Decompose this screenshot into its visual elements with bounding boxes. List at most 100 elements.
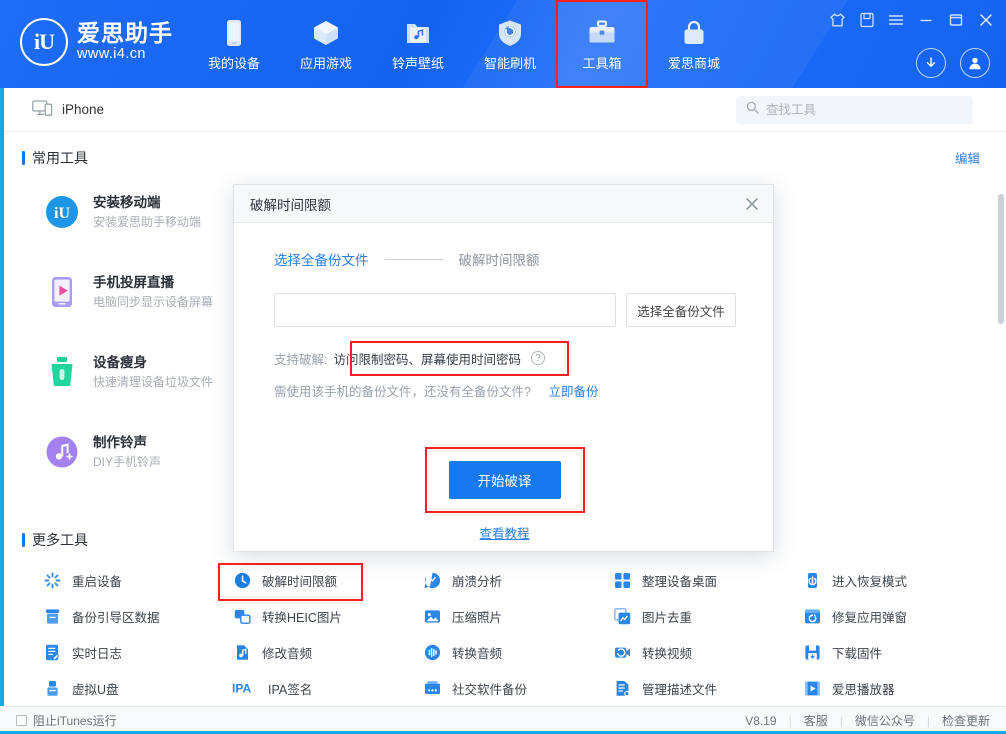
- tool-label: 修复应用弹窗: [832, 607, 907, 626]
- tool-item-convert-heic[interactable]: 转换HEIC图片: [214, 598, 404, 634]
- tool-label: 实时日志: [72, 643, 122, 662]
- tool-label: 转换HEIC图片: [262, 607, 342, 626]
- log-icon: [42, 644, 62, 661]
- maximize-icon[interactable]: [948, 12, 964, 28]
- menu-icon[interactable]: [888, 12, 904, 28]
- choose-backup-button[interactable]: 选择全备份文件: [626, 293, 736, 327]
- tool-item-backup-boot-data[interactable]: 备份引导区数据: [24, 598, 214, 634]
- tool-item-organize-desktop[interactable]: 整理设备桌面: [594, 562, 784, 598]
- tool-item-crash-analysis[interactable]: 崩溃分析: [404, 562, 594, 598]
- featured-desc: DIY手机铃声: [93, 454, 161, 471]
- featured-card[interactable]: 设备瘦身 快速清理设备垃圾文件: [24, 338, 264, 406]
- block-itunes-toggle[interactable]: 阻止iTunes运行: [16, 712, 117, 729]
- nav-item-ringtones-wallpapers[interactable]: 铃声壁纸: [372, 0, 464, 88]
- profile-doc-icon: [612, 680, 632, 697]
- firmware-icon: [802, 644, 822, 661]
- tool-item-fix-app-popup[interactable]: 修复应用弹窗: [784, 598, 974, 634]
- scrollbar-thumb[interactable]: [998, 194, 1004, 324]
- save-icon[interactable]: [860, 12, 874, 28]
- crack-time-limit-dialog: 破解时间限额 选择全备份文件 破解时间限额 选择全备份文件 支持破解: 访问限制…: [233, 184, 774, 552]
- nav-item-apps-games[interactable]: 应用游戏: [280, 0, 372, 88]
- user-icon[interactable]: [960, 48, 990, 78]
- search-tools-box[interactable]: [736, 96, 973, 124]
- question-icon[interactable]: ?: [531, 351, 545, 365]
- tool-item-realtime-log[interactable]: 实时日志: [24, 634, 214, 670]
- checkbox-icon[interactable]: [16, 715, 27, 726]
- step-next: 破解时间限额: [459, 249, 540, 269]
- fix-popup-icon: [802, 608, 822, 625]
- tool-item-dedupe-photos[interactable]: 图片去重: [594, 598, 784, 634]
- divider: |: [789, 714, 792, 728]
- featured-desc: 快速清理设备垃圾文件: [93, 374, 213, 391]
- tool-label: 管理描述文件: [642, 679, 717, 698]
- usb-icon: [42, 680, 62, 697]
- tool-item-restart[interactable]: 重启设备: [24, 562, 214, 598]
- dialog-title: 破解时间限额: [250, 194, 331, 214]
- shirt-icon[interactable]: [829, 12, 846, 28]
- featured-card[interactable]: iU 安装移动端 安装爱思助手移动端: [24, 178, 264, 246]
- version-label: V8.19: [745, 714, 776, 728]
- block-itunes-label: 阻止iTunes运行: [33, 712, 117, 729]
- ringtone-icon: [44, 434, 80, 470]
- download-icon[interactable]: [916, 48, 946, 78]
- featured-card[interactable]: 制作铃声 DIY手机铃声: [24, 418, 264, 486]
- close-icon[interactable]: [978, 12, 994, 28]
- nav-label: 工具箱: [582, 53, 621, 72]
- nav-label: 应用游戏: [300, 53, 352, 72]
- tool-item-convert-audio[interactable]: 转换音频: [404, 634, 594, 670]
- logo-text: 爱思助手 www.i4.cn: [77, 21, 173, 62]
- tool-item-convert-video[interactable]: 转换视频: [594, 634, 784, 670]
- backup-file-input[interactable]: [274, 293, 616, 327]
- featured-card[interactable]: 手机投屏直播 电脑同步显示设备屏幕: [24, 258, 264, 326]
- convert-image-icon: [232, 608, 252, 625]
- nav-item-my-device[interactable]: 我的设备: [188, 0, 280, 88]
- featured-desc: 电脑同步显示设备屏幕: [93, 294, 213, 311]
- nav-item-smart-flash[interactable]: 智能刷机: [464, 0, 556, 88]
- nav-item-toolbox[interactable]: 工具箱: [556, 0, 648, 88]
- search-icon: [746, 101, 759, 119]
- backup-box-icon: [42, 608, 62, 625]
- nav-label: 我的设备: [208, 53, 260, 72]
- check-update-link[interactable]: 检查更新: [942, 712, 990, 729]
- start-crack-button[interactable]: 开始破译: [449, 461, 561, 499]
- section-more-tools: 更多工具: [22, 530, 88, 550]
- featured-spacer: [744, 178, 984, 246]
- tool-label: 修改音频: [262, 643, 312, 662]
- view-tutorial-link[interactable]: 查看教程: [479, 523, 529, 542]
- ipa-icon: IPA: [232, 681, 258, 695]
- edit-button[interactable]: 编辑: [955, 148, 980, 167]
- tool-item-compress-photo[interactable]: 压缩照片: [404, 598, 594, 634]
- tool-item-ipa-sign[interactable]: IPA IPA签名: [214, 670, 404, 706]
- status-bar-links: V8.19 | 客服 | 微信公众号 | 检查更新: [745, 712, 990, 729]
- tool-item-manage-profiles[interactable]: 管理描述文件: [594, 670, 784, 706]
- tool-item-download-firmware[interactable]: 下载固件: [784, 634, 974, 670]
- device-selector[interactable]: iPhone: [32, 99, 104, 120]
- tool-item-recovery-mode[interactable]: 进入恢复模式: [784, 562, 974, 598]
- wechat-link[interactable]: 微信公众号: [855, 712, 915, 729]
- featured-text: 设备瘦身 快速清理设备垃圾文件: [93, 353, 213, 392]
- featured-name: 手机投屏直播: [93, 273, 213, 293]
- tool-item-player[interactable]: 爱思播放器: [784, 670, 974, 706]
- tool-item-virtual-usb[interactable]: 虚拟U盘: [24, 670, 214, 706]
- tool-label: 转换音频: [452, 643, 502, 662]
- tool-label: 破解时间限额: [262, 571, 337, 590]
- tool-label: 图片去重: [642, 607, 692, 626]
- app-window: iU 爱思助手 www.i4.cn 我的设备 应用游戏: [0, 0, 1006, 734]
- tool-item-modify-audio[interactable]: 修改音频: [214, 634, 404, 670]
- search-input[interactable]: [766, 103, 956, 117]
- close-icon[interactable]: [741, 193, 763, 215]
- content-scrollbar[interactable]: [998, 138, 1004, 698]
- device-bar: iPhone: [4, 88, 1006, 132]
- minimize-icon[interactable]: [918, 12, 934, 28]
- file-select-row: 选择全备份文件: [274, 293, 773, 327]
- app-logo[interactable]: iU 爱思助手 www.i4.cn: [20, 18, 173, 66]
- backup-now-link[interactable]: 立即备份: [548, 385, 598, 399]
- support-link[interactable]: 客服: [804, 712, 828, 729]
- section-accent-bar: [22, 151, 25, 165]
- main-nav: 我的设备 应用游戏 铃声壁纸 智能刷机: [188, 0, 740, 88]
- nav-item-store[interactable]: 爱思商城: [648, 0, 740, 88]
- tool-item-crack-time-limit[interactable]: 破解时间限额: [214, 562, 404, 598]
- dialog-steps: 选择全备份文件 破解时间限额: [274, 249, 773, 269]
- step-connector: [385, 259, 443, 260]
- tool-item-social-backup[interactable]: 社交软件备份: [404, 670, 594, 706]
